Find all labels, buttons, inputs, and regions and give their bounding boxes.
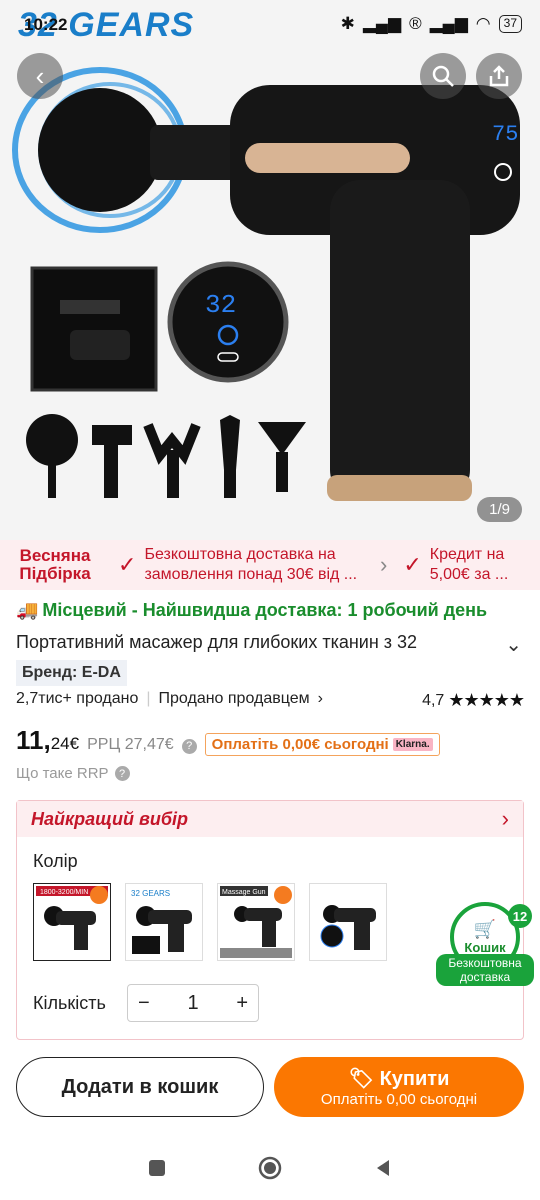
- color-option-1[interactable]: 1800-3200/MIN: [33, 883, 111, 961]
- promo-strip[interactable]: Весняна Підбірка ✓ Безкоштовна доставка …: [0, 540, 540, 590]
- registered-icon: ®: [409, 14, 422, 33]
- star-icons: ★★★★★: [448, 690, 525, 710]
- local-delivery-text: Місцевий - Найшвидша доставка: 1 робочий…: [42, 600, 488, 620]
- truck-icon: 🚚: [16, 600, 39, 620]
- search-icon: [432, 65, 454, 87]
- floating-cart[interactable]: 🛒 Кошик 12 Безкоштовна доставка: [436, 900, 534, 986]
- status-bar: 10:22 ✱ ▂▄▆ ® ▂▄▆ ◠ 37: [0, 0, 540, 50]
- buy-sublabel: Оплатіть 0,00 сьогодні: [320, 1091, 478, 1108]
- image-counter: 1/9: [477, 497, 522, 522]
- local-delivery: 🚚 Місцевий - Найшвидша доставка: 1 робоч…: [16, 600, 487, 621]
- thumb-image: [320, 905, 376, 950]
- fire-icon: [274, 886, 292, 904]
- seller-link[interactable]: Продано продавцем: [159, 690, 310, 708]
- chevron-right-icon: ›: [317, 690, 323, 707]
- back-button[interactable]: ‹: [17, 53, 63, 99]
- price-cents: 24€: [50, 734, 80, 753]
- thumb-label: 1800-3200/MIN: [40, 889, 88, 896]
- signal-icon: ▂▄▆: [362, 14, 402, 33]
- check-icon: ✓: [118, 552, 137, 577]
- display-number: 32: [205, 290, 236, 320]
- promo-credit-text: Кредит на 5,00€ за ...: [429, 546, 509, 583]
- chevron-right-icon[interactable]: ›: [380, 552, 387, 578]
- rating-value: 4,7: [422, 691, 445, 709]
- chevron-right-icon: ›: [501, 806, 509, 831]
- share-icon: [489, 65, 509, 87]
- home-button[interactable]: [257, 1155, 283, 1186]
- klarna-offer[interactable]: Оплатіть 0,00€ сьогодні Klarna.: [204, 733, 440, 756]
- wifi-icon: ◠: [475, 14, 491, 33]
- chevron-down-icon[interactable]: ⌄: [505, 632, 522, 657]
- product-title: Портативний масажер для глибоких тканин …: [16, 632, 418, 652]
- cart-icon: 🛒: [473, 919, 497, 939]
- home-icon: [258, 1156, 282, 1179]
- signal-icon-2: ▂▄▆: [429, 14, 468, 33]
- divider: |: [146, 690, 151, 707]
- add-to-cart-button[interactable]: Додати в кошик: [16, 1057, 264, 1117]
- klarna-logo: Klarna.: [392, 738, 433, 751]
- panel-title: Найкращий вибір: [31, 808, 188, 829]
- color-options: 1800-3200/MIN 32 GEARS Massage Gun: [33, 883, 387, 961]
- buy-label-text: Купити: [379, 1068, 450, 1090]
- search-button[interactable]: [420, 53, 466, 99]
- sold-count: 2,7тис+ продано: [16, 690, 139, 707]
- brand-tag[interactable]: Бренд: E-DA: [16, 660, 127, 686]
- check-icon-2: ✓: [403, 552, 422, 577]
- thumb-image: 32 GEARS: [131, 889, 192, 954]
- thumb-label: 32 GEARS: [131, 889, 170, 898]
- minus-button[interactable]: −: [138, 992, 150, 1015]
- plus-button[interactable]: +: [236, 992, 248, 1015]
- recents-button[interactable]: [147, 1158, 167, 1183]
- thumb-label: Massage Gun: [222, 889, 266, 896]
- promo-free-shipping-text: Безкоштовна доставка на замовлення понад…: [144, 546, 358, 583]
- rating[interactable]: 4,7 ★★★★★: [422, 690, 525, 711]
- cart-free-shipping: Безкоштовна доставка: [436, 954, 534, 986]
- buy-label: 🏷 Купити: [349, 1066, 450, 1091]
- fire-icon: [90, 886, 108, 904]
- quantity-value[interactable]: 1: [187, 992, 198, 1015]
- quantity-stepper: − 1 +: [127, 984, 259, 1022]
- question-icon[interactable]: ?: [181, 738, 197, 754]
- sales-stats: 2,7тис+ продано | Продано продавцем ›: [16, 690, 323, 708]
- buy-button[interactable]: 🏷 Купити Оплатіть 0,00 сьогодні: [274, 1057, 524, 1117]
- share-button[interactable]: [476, 53, 522, 99]
- back-nav-button[interactable]: [373, 1158, 393, 1183]
- color-option-2[interactable]: 32 GEARS: [125, 883, 203, 961]
- bluetooth-icon: ✱: [340, 14, 355, 33]
- best-choice-header[interactable]: Найкращий вибір ›: [17, 801, 523, 837]
- square-icon: [149, 1159, 165, 1176]
- rrp-price: РРЦ 27,47€: [87, 736, 174, 753]
- status-icons: ✱ ▂▄▆ ® ▂▄▆ ◠ 37: [341, 14, 522, 34]
- rrp-question-text: Що таке RRP: [16, 765, 109, 782]
- cart-label: Кошик: [464, 940, 506, 955]
- klarna-text: Оплатіть 0,00€ сьогодні: [211, 736, 389, 753]
- display-small-number: 75: [492, 122, 518, 147]
- color-option-3[interactable]: Massage Gun: [217, 883, 295, 961]
- promo-credit[interactable]: ✓ Кредит на 5,00€ за ...: [395, 545, 535, 585]
- chevron-left-icon: ‹: [35, 60, 45, 91]
- cart-count-badge: 12: [508, 904, 532, 928]
- quantity-label: Кількість: [33, 993, 106, 1013]
- rrp-info[interactable]: Що таке RRP ?: [16, 765, 130, 782]
- color-label: Колір: [33, 851, 78, 871]
- promo-title: Весняна Підбірка: [19, 546, 91, 583]
- question-icon-2: ?: [114, 766, 130, 781]
- tag-icon: 🏷: [348, 1068, 375, 1090]
- product-image-carousel[interactable]: 75 32 32 GEARS 10:22 ✱ ▂▄▆ ® ▂▄▆ ◠ 37 ‹ …: [0, 0, 540, 540]
- promo-free-shipping[interactable]: ✓ Безкоштовна доставка на замовлення пон…: [110, 545, 372, 585]
- triangle-back-icon: [377, 1159, 389, 1176]
- status-time: 10:22: [24, 15, 68, 34]
- price-main: 11,: [16, 725, 51, 755]
- color-option-4[interactable]: [309, 883, 387, 961]
- price-row: 11,24€ РРЦ 27,47€ ? Оплатіть 0,00€ сього…: [16, 725, 440, 756]
- screen: 75 32 32 GEARS 10:22 ✱ ▂▄▆ ® ▂▄▆ ◠ 37 ‹ …: [0, 0, 540, 1200]
- system-nav-bar: [0, 1140, 540, 1200]
- battery-icon: 37: [498, 15, 522, 33]
